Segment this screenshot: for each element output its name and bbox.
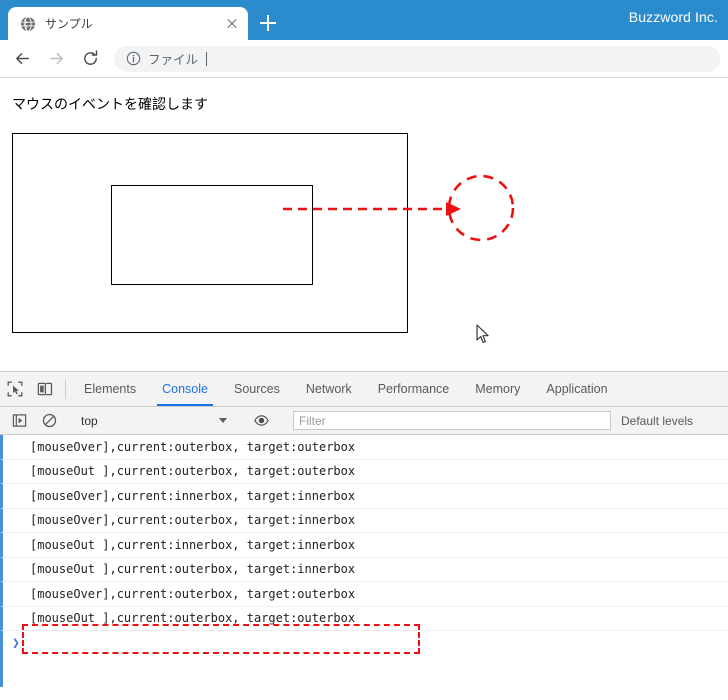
browser-titlebar: サンプル Buzzword Inc. [0, 0, 728, 40]
reload-button[interactable] [76, 45, 104, 73]
console-row: [mouseOver],current:outerbox, target:out… [0, 435, 728, 460]
console-row: [mouseOut ],current:outerbox, target:inn… [0, 557, 728, 582]
console-row: [mouseOver],current:outerbox, target:out… [0, 582, 728, 607]
console-empty-space [0, 655, 728, 687]
log-levels-selector[interactable]: Default levels [621, 414, 693, 428]
browser-toolbar: ファイル [0, 40, 728, 78]
device-toolbar-icon [37, 382, 53, 396]
page-viewport: マウスのイベントを確認します [0, 78, 728, 371]
address-bar-text: ファイル [148, 53, 199, 67]
inspect-element-button[interactable] [0, 372, 30, 406]
devtools-panel: Elements Console Sources Network Perform… [0, 371, 728, 700]
tab-memory[interactable]: Memory [462, 372, 533, 406]
tab-network-label: Network [305, 382, 352, 396]
inspect-element-icon [7, 381, 23, 397]
innerbox[interactable] [111, 185, 313, 285]
new-tab-button[interactable] [254, 9, 282, 37]
console-filter-input[interactable]: Filter [293, 411, 611, 430]
console-row: [mouseOut ],current:outerbox, target:out… [0, 459, 728, 484]
mouse-pointer-icon [476, 324, 489, 343]
execute-snippet-button[interactable] [4, 413, 34, 428]
console-input-prompt[interactable]: ❯ [0, 631, 728, 655]
devtools-tabbar: Elements Console Sources Network Perform… [0, 372, 728, 407]
arrow-right-icon [49, 53, 63, 64]
address-bar[interactable]: ファイル [114, 45, 720, 72]
execute-snippet-icon [12, 414, 26, 427]
tab-application[interactable]: Application [533, 372, 620, 406]
info-circle-icon [126, 51, 141, 66]
reload-icon [83, 50, 97, 65]
console-row: [mouseOut ],current:innerbox, target:inn… [0, 533, 728, 558]
prompt-chevron-icon: ❯ [12, 635, 20, 651]
tab-memory-label: Memory [475, 382, 521, 396]
annotation-circle [447, 174, 515, 242]
forward-button[interactable] [42, 45, 70, 73]
brand-label: Buzzword Inc. [628, 9, 718, 25]
clear-console-button[interactable] [34, 413, 64, 428]
tab-performance-label: Performance [377, 382, 450, 396]
tab-elements[interactable]: Elements [71, 372, 149, 406]
browser-window: サンプル Buzzword Inc. ファイル マウスのイベントを確認します E… [0, 0, 728, 700]
page-title: マウスのイベントを確認します [12, 96, 208, 112]
live-expression-button[interactable] [246, 413, 276, 428]
live-expression-icon [253, 415, 269, 426]
annotation-arrow-head [446, 202, 461, 216]
tab-console[interactable]: Console [149, 372, 221, 406]
tab-network[interactable]: Network [293, 372, 365, 406]
console-row: [mouseOver],current:innerbox, target:inn… [0, 484, 728, 509]
tab-console-label: Console [162, 382, 208, 396]
tab-sources-label: Sources [233, 382, 280, 396]
back-button[interactable] [8, 45, 36, 73]
address-bar-caret [206, 51, 208, 66]
browser-tab[interactable]: サンプル [8, 7, 248, 40]
context-selector-value: top [81, 413, 98, 428]
chevron-down-icon [219, 418, 227, 423]
tab-title: サンプル [45, 17, 93, 31]
outerbox[interactable] [12, 133, 408, 333]
console-filterbar: top Filter Default levels [0, 407, 728, 435]
tab-sources[interactable]: Sources [221, 372, 293, 406]
console-row: [mouseOver],current:outerbox, target:inn… [0, 508, 728, 533]
device-toolbar-button[interactable] [30, 372, 60, 406]
close-icon[interactable] [224, 16, 240, 32]
context-selector[interactable]: top [75, 414, 235, 428]
arrow-left-icon [15, 53, 29, 64]
clear-console-icon [42, 413, 56, 428]
tab-performance[interactable]: Performance [365, 372, 463, 406]
tab-elements-label: Elements [84, 382, 137, 396]
toolbar-divider [65, 379, 66, 399]
console-output[interactable]: [mouseOver],current:outerbox, target:out… [0, 435, 728, 700]
console-row: [mouseOut ],current:outerbox, target:out… [0, 606, 728, 631]
globe-icon [21, 16, 35, 31]
tab-application-label: Application [546, 382, 608, 396]
